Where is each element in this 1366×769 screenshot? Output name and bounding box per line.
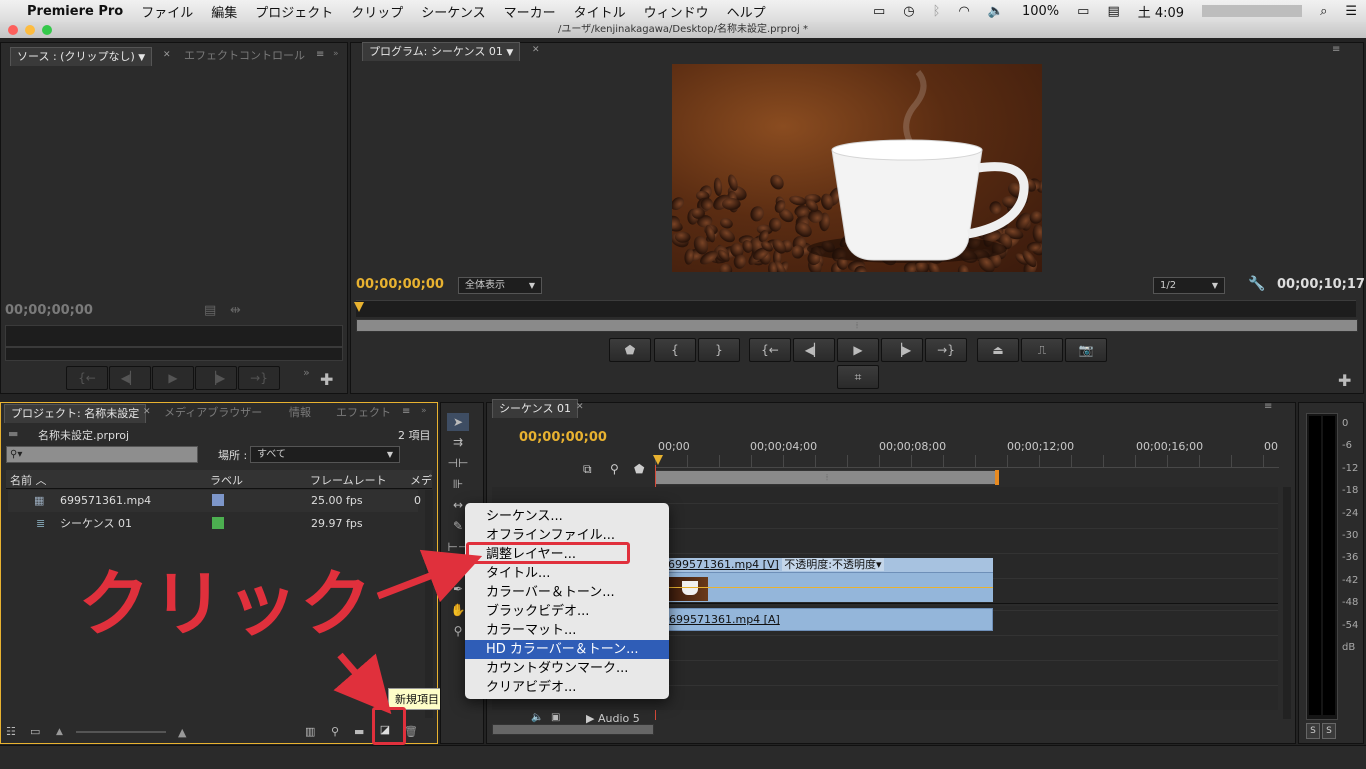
status-bar <box>0 745 1366 769</box>
arrow-to-new-item <box>333 652 392 715</box>
annotation-arrows <box>333 549 483 715</box>
arrow-to-adjustment-layer <box>376 549 483 603</box>
click-annotation: クリック <box>78 562 375 646</box>
